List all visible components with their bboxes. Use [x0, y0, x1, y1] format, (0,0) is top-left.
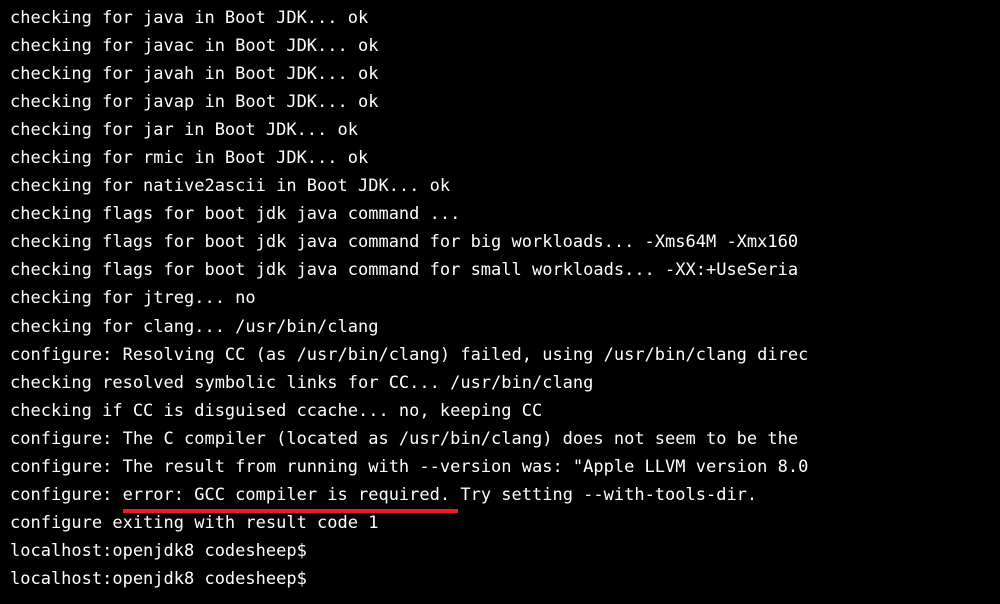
terminal-line: checking for java in Boot JDK... ok [10, 4, 990, 32]
error-highlight: error: GCC compiler is required. [123, 481, 451, 509]
terminal-line: checking for javah in Boot JDK... ok [10, 60, 990, 88]
terminal-line: checking flags for boot jdk java command… [10, 200, 990, 228]
terminal-line: checking for jtreg... no [10, 284, 990, 312]
terminal-line: checking for clang... /usr/bin/clang [10, 313, 990, 341]
terminal-text: configure: [10, 485, 123, 505]
terminal-line: checking flags for boot jdk java command… [10, 228, 990, 256]
terminal-line: configure exiting with result code 1 [10, 509, 990, 537]
terminal-line: configure: Resolving CC (as /usr/bin/cla… [10, 341, 990, 369]
terminal-line: checking for jar in Boot JDK... ok [10, 116, 990, 144]
terminal-line: checking flags for boot jdk java command… [10, 256, 990, 284]
terminal-error-line: configure: error: GCC compiler is requir… [10, 481, 990, 509]
terminal-prompt[interactable]: localhost:openjdk8 codesheep$ [10, 565, 990, 593]
terminal-line: checking resolved symbolic links for CC.… [10, 369, 990, 397]
terminal-text: Try setting --with-tools-dir. [450, 485, 757, 505]
terminal-prompt[interactable]: localhost:openjdk8 codesheep$ [10, 537, 990, 565]
terminal-line: checking for javap in Boot JDK... ok [10, 88, 990, 116]
terminal-line: checking for native2ascii in Boot JDK...… [10, 172, 990, 200]
terminal-line: configure: The result from running with … [10, 453, 990, 481]
terminal-line: configure: The C compiler (located as /u… [10, 425, 990, 453]
terminal-line: checking for javac in Boot JDK... ok [10, 32, 990, 60]
terminal-line: checking for rmic in Boot JDK... ok [10, 144, 990, 172]
terminal-line: checking if CC is disguised ccache... no… [10, 397, 990, 425]
